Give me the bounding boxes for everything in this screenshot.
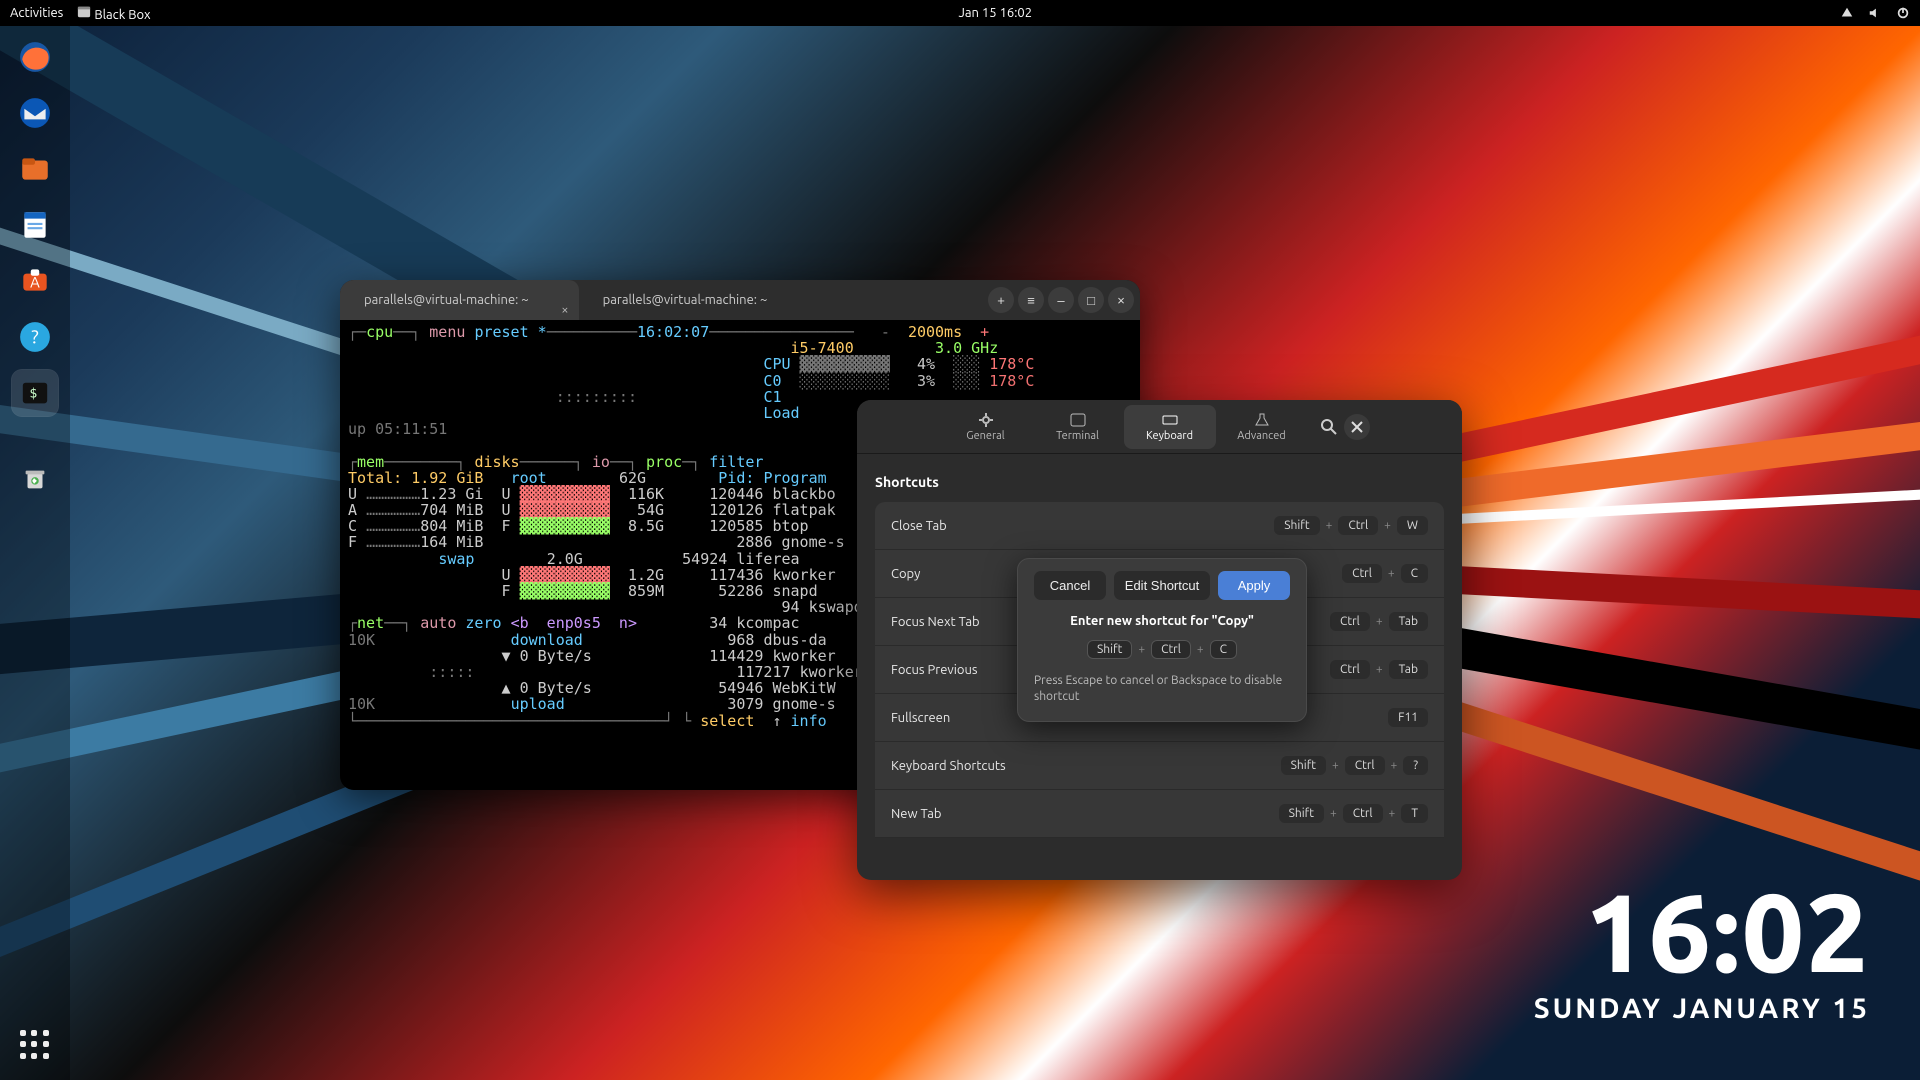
tab-label: Keyboard bbox=[1146, 430, 1193, 442]
edit-shortcut-button[interactable]: Edit Shortcut bbox=[1114, 571, 1210, 600]
maximize-button[interactable]: □ bbox=[1078, 287, 1104, 313]
tab-advanced[interactable]: Advanced bbox=[1216, 405, 1308, 449]
terminal-titlebar[interactable]: parallels@virtual-machine: ~× parallels@… bbox=[340, 280, 1140, 320]
close-button[interactable] bbox=[1344, 414, 1370, 440]
tab-terminal[interactable]: Terminal bbox=[1032, 405, 1124, 449]
tab-label: Advanced bbox=[1237, 430, 1285, 442]
desktop-clock: 16:02 SUNDAY JANUARY 15 bbox=[1534, 869, 1870, 1024]
flask-icon bbox=[1254, 412, 1270, 428]
popover-hint: Press Escape to cancel or Backspace to d… bbox=[1034, 673, 1290, 705]
shortcut-label: Focus Next Tab bbox=[891, 615, 980, 629]
key: Shift bbox=[1281, 756, 1326, 775]
shortcut-label: Fullscreen bbox=[891, 711, 950, 725]
dock-trash[interactable] bbox=[12, 456, 58, 502]
terminal-tab-0[interactable]: parallels@virtual-machine: ~× bbox=[340, 280, 579, 320]
shortcut-label: New Tab bbox=[891, 807, 942, 821]
shortcut-keys: Shift+Ctrl+W bbox=[1274, 516, 1428, 535]
shortcut-keys: Shift+ Ctrl+ C bbox=[1034, 640, 1290, 659]
tab-label: Terminal bbox=[1056, 430, 1099, 442]
power-icon[interactable] bbox=[1896, 6, 1910, 20]
menu-button[interactable]: ≡ bbox=[1018, 287, 1044, 313]
key: Ctrl bbox=[1343, 804, 1383, 823]
dock: A ? $ bbox=[0, 26, 70, 1080]
show-apps-button[interactable] bbox=[20, 1030, 50, 1060]
tab-title: parallels@virtual-machine: ~ bbox=[603, 293, 768, 307]
key: ? bbox=[1403, 756, 1428, 775]
shortcut-keys: Ctrl+C bbox=[1342, 564, 1428, 583]
shortcut-keys: Shift+Ctrl+? bbox=[1281, 756, 1428, 775]
appmenu[interactable]: Black Box bbox=[77, 5, 150, 22]
shortcut-row[interactable]: Close Tab Shift+Ctrl+W bbox=[875, 502, 1444, 550]
key: Shift bbox=[1087, 640, 1132, 659]
edit-shortcut-popover: Cancel Edit Shortcut Apply Enter new sho… bbox=[1017, 558, 1307, 722]
shortcut-label: Copy bbox=[891, 567, 920, 581]
key: Ctrl bbox=[1151, 640, 1191, 659]
search-button[interactable] bbox=[1320, 418, 1338, 436]
shortcut-keys: Ctrl+Tab bbox=[1330, 612, 1428, 631]
key: C bbox=[1401, 564, 1428, 583]
shortcut-keys: F11 bbox=[1388, 708, 1428, 727]
minimize-button[interactable]: – bbox=[1048, 287, 1074, 313]
cancel-button[interactable]: Cancel bbox=[1034, 571, 1106, 600]
popover-caption: Enter new shortcut for "Copy" bbox=[1034, 614, 1290, 628]
tab-title: parallels@virtual-machine: ~ bbox=[364, 293, 529, 307]
gear-icon bbox=[978, 412, 994, 428]
app-name: Black Box bbox=[94, 8, 150, 22]
new-tab-button[interactable]: + bbox=[988, 287, 1014, 313]
clock-date: SUNDAY JANUARY 15 bbox=[1534, 993, 1870, 1024]
key: Shift bbox=[1274, 516, 1319, 535]
activities-button[interactable]: Activities bbox=[10, 6, 63, 20]
close-button[interactable]: × bbox=[1108, 287, 1134, 313]
tab-keyboard[interactable]: Keyboard bbox=[1124, 405, 1216, 449]
prefs-header[interactable]: General Terminal Keyboard Advanced bbox=[857, 400, 1462, 454]
dock-help[interactable]: ? bbox=[12, 314, 58, 360]
network-icon[interactable] bbox=[1840, 6, 1854, 20]
dock-firefox[interactable] bbox=[12, 34, 58, 80]
shortcut-row[interactable]: New Tab Shift+Ctrl+T bbox=[875, 790, 1444, 838]
dock-files[interactable] bbox=[12, 146, 58, 192]
tab-label: General bbox=[966, 430, 1004, 442]
dock-terminal[interactable]: $ bbox=[12, 370, 58, 416]
close-icon bbox=[1351, 421, 1363, 433]
key: Ctrl bbox=[1338, 516, 1378, 535]
key: C bbox=[1210, 640, 1237, 659]
key: Shift bbox=[1279, 804, 1324, 823]
svg-text:A: A bbox=[30, 273, 40, 290]
svg-text:$: $ bbox=[29, 387, 37, 402]
key: Ctrl bbox=[1330, 660, 1370, 679]
key: Tab bbox=[1389, 660, 1428, 679]
search-icon bbox=[1320, 418, 1338, 436]
key: Tab bbox=[1389, 612, 1428, 631]
shortcut-label: Keyboard Shortcuts bbox=[891, 759, 1006, 773]
apply-button[interactable]: Apply bbox=[1218, 571, 1290, 600]
shortcut-label: Focus Previous bbox=[891, 663, 978, 677]
key: F11 bbox=[1388, 708, 1428, 727]
shortcut-keys: Shift+Ctrl+T bbox=[1279, 804, 1428, 823]
dock-software[interactable]: A bbox=[12, 258, 58, 304]
close-icon[interactable]: × bbox=[561, 290, 568, 330]
dock-writer[interactable] bbox=[12, 202, 58, 248]
tab-general[interactable]: General bbox=[940, 405, 1032, 449]
section-title: Shortcuts bbox=[875, 474, 1444, 490]
svg-text:?: ? bbox=[31, 325, 38, 347]
key: T bbox=[1401, 804, 1428, 823]
shortcut-label: Close Tab bbox=[891, 519, 947, 533]
terminal-icon bbox=[77, 5, 91, 19]
terminal-tab-1[interactable]: parallels@virtual-machine: ~ bbox=[579, 280, 818, 320]
clock-time: 16:02 bbox=[1534, 869, 1870, 993]
key: Ctrl bbox=[1345, 756, 1385, 775]
shortcut-row[interactable]: Keyboard Shortcuts Shift+Ctrl+? bbox=[875, 742, 1444, 790]
volume-icon[interactable] bbox=[1868, 6, 1882, 20]
topbar-clock[interactable]: Jan 15 16:02 bbox=[161, 6, 1830, 20]
keyboard-icon bbox=[1162, 412, 1178, 428]
top-bar: Activities Black Box Jan 15 16:02 bbox=[0, 0, 1920, 26]
key: Ctrl bbox=[1342, 564, 1382, 583]
terminal-icon bbox=[1070, 412, 1086, 428]
key: Ctrl bbox=[1330, 612, 1370, 631]
shortcut-keys: Ctrl+Tab bbox=[1330, 660, 1428, 679]
dock-thunderbird[interactable] bbox=[12, 90, 58, 136]
key: W bbox=[1397, 516, 1428, 535]
